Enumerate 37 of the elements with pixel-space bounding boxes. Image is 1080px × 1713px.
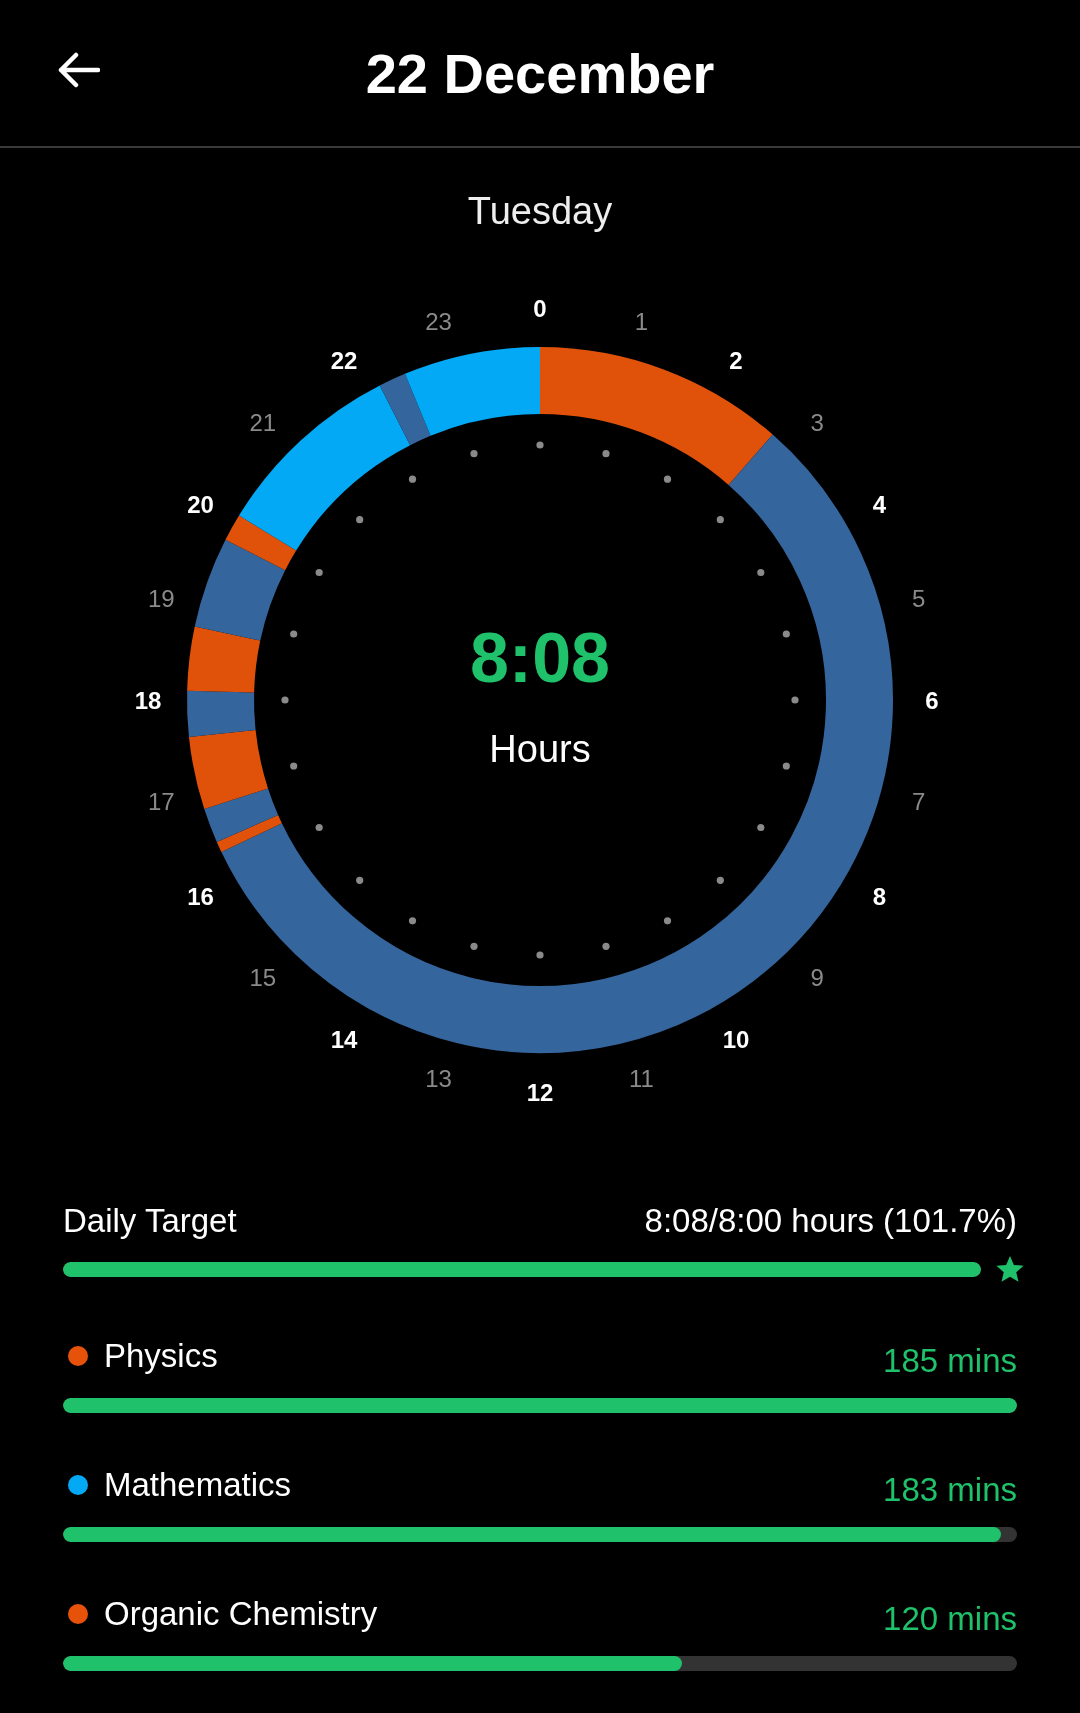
hour-label: 13: [425, 1065, 452, 1093]
hour-label: 6: [925, 686, 939, 714]
target-reading: 8:08/8:00 hours (101.7%): [644, 1202, 1017, 1240]
hour-label: 17: [148, 787, 175, 815]
hour-label: 16: [187, 882, 214, 910]
hour-label: 7: [911, 787, 926, 815]
hour-label: 12: [526, 1078, 554, 1106]
hour-label: 23: [425, 307, 452, 335]
total-hours: 8:08: [469, 619, 611, 697]
target-label: Daily Target: [63, 1202, 237, 1240]
hour-label: 1: [634, 307, 649, 335]
hour-label: 18: [134, 686, 162, 714]
hour-label: 21: [249, 409, 277, 437]
hour-label: 3: [810, 409, 824, 437]
hour-label: 22: [330, 347, 358, 374]
back-arrow-icon[interactable]: [56, 52, 100, 88]
subject-name: Organic Chemistry: [104, 1595, 378, 1633]
hour-label: 4: [872, 490, 887, 518]
subject-minutes: 120 mins: [883, 1600, 1017, 1638]
hour-label: 0: [533, 294, 547, 322]
hour-label: 9: [810, 963, 824, 991]
subject-minutes: 183 mins: [883, 1471, 1017, 1509]
hour-label: 19: [148, 585, 175, 613]
hour-label: 10: [722, 1026, 750, 1053]
hour-label: 11: [629, 1065, 654, 1093]
hour-label: 2: [729, 347, 743, 374]
hour-label: 20: [187, 490, 214, 518]
hour-label: 8: [872, 882, 887, 910]
weekday-label: Tuesday: [466, 190, 614, 234]
hour-label: 15: [249, 963, 277, 991]
subject-name: Mathematics: [104, 1466, 292, 1504]
hour-label: 5: [911, 585, 926, 613]
hours-unit: Hours: [489, 728, 591, 770]
date-title: 22 December: [365, 40, 715, 106]
subject-minutes: 185 mins: [883, 1342, 1017, 1380]
hour-label: 14: [330, 1026, 358, 1053]
subject-name: Physics: [104, 1337, 218, 1375]
